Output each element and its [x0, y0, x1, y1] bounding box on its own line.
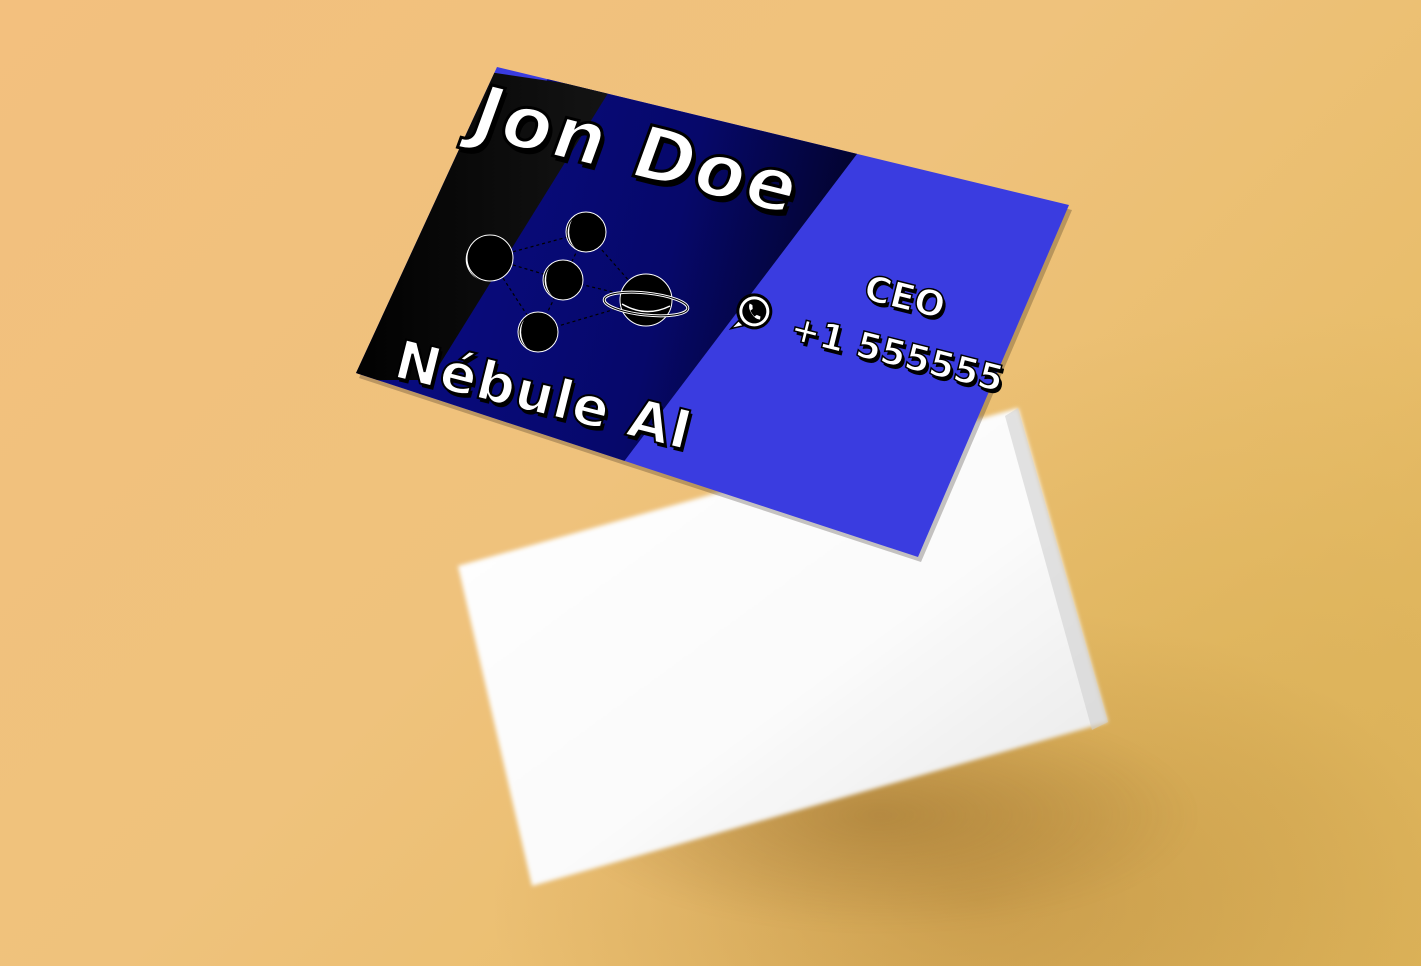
mockup-scene: Jon Doe Nébule AI CEO +1 555555 — [0, 0, 1421, 966]
whatsapp-icon — [728, 293, 773, 330]
